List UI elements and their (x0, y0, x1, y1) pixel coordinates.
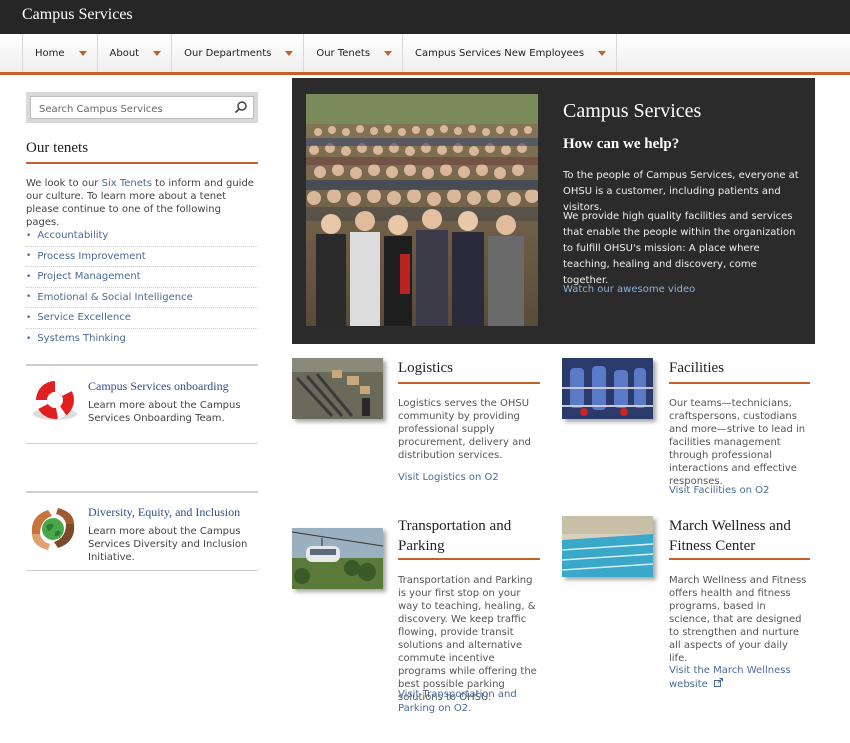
wellness-title-rule (669, 558, 810, 560)
hero-subtitle: How can we help? (563, 136, 680, 152)
nav-item-label: Campus Services New Employees (415, 47, 585, 59)
nav-item-about[interactable]: About (98, 34, 173, 72)
logistics-photo (292, 358, 383, 419)
transportation-title[interactable]: Transportation and Parking (398, 516, 540, 556)
nav-item-home[interactable]: Home (22, 34, 98, 72)
bullet-icon: • (26, 230, 32, 241)
watch-video-link[interactable]: Watch our awesome video (563, 284, 695, 295)
bullet-icon: • (26, 292, 32, 303)
hero-title: Campus Services (563, 100, 702, 122)
pool-photo (562, 516, 653, 577)
facilities-title[interactable]: Facilities (669, 358, 724, 378)
tenet-item-accountability[interactable]: • Accountability (26, 226, 258, 247)
logistics-title[interactable]: Logistics (398, 358, 453, 378)
chevron-down-icon[interactable] (78, 50, 87, 56)
tenet-link[interactable]: Process Improvement (37, 251, 145, 262)
transportation-image[interactable] (292, 528, 383, 589)
nav-item-label: Home (35, 47, 65, 59)
search-input[interactable] (31, 99, 221, 120)
tenets-heading-rule (26, 162, 258, 164)
tenets-intro: We look to our Six Tenets to inform and … (26, 177, 256, 229)
facilities-link[interactable]: Visit Facilities on O2 (669, 484, 819, 498)
tenet-item-project-management[interactable]: • Project Management (26, 267, 258, 288)
life-ring-icon (33, 380, 77, 420)
facilities-image[interactable] (562, 358, 653, 419)
nav-item-our-tenets[interactable]: Our Tenets (304, 34, 404, 72)
bullet-icon: • (26, 251, 32, 262)
facilities-text: Our teams—technicians, craftspersons, cu… (669, 398, 806, 487)
nav-item-new-employees[interactable]: Campus Services New Employees (403, 34, 618, 72)
facilities-photo (562, 358, 653, 419)
wellness-text: March Wellness and Fitness offers health… (669, 575, 807, 664)
tenets-intro-text: We look to our (26, 178, 102, 189)
promo-text: Learn more about the Campus Services Onb… (88, 400, 241, 424)
wellness-image[interactable] (562, 516, 653, 577)
site-title-link[interactable]: Campus Services (22, 6, 133, 24)
main-nav: Home About Our Departments Our Tenets Ca… (0, 34, 850, 75)
logistics-link[interactable]: Visit Logistics on O2 (398, 471, 548, 485)
bullet-icon: • (26, 271, 32, 282)
tenet-item-process-improvement[interactable]: • Process Improvement (26, 247, 258, 267)
nav-item-label: Our Departments (184, 47, 272, 59)
bullet-icon: • (26, 312, 32, 323)
wellness-link-wrapper: Visit the March Wellness website (669, 664, 794, 692)
logistics-text: Logistics serves the OHSU community by p… (398, 398, 531, 461)
nav-item-label: About (109, 47, 140, 59)
group-photo (306, 94, 538, 326)
logistics-title-rule (398, 382, 540, 384)
tenet-link[interactable]: Project Management (37, 271, 140, 282)
tenet-item-systems-thinking[interactable]: • Systems Thinking (26, 329, 258, 350)
onboarding-promo[interactable]: Campus Services onboarding Learn more ab… (26, 364, 258, 444)
nav-item-label: Our Tenets (316, 47, 371, 59)
tram-photo (292, 528, 383, 589)
search-icon[interactable] (234, 100, 248, 114)
promo-text: Learn more about the Campus Services Div… (88, 526, 248, 563)
transportation-link[interactable]: Visit Transportation and Parking on O2. (398, 688, 543, 716)
tenet-item-emotional-social-intelligence[interactable]: • Emotional & Social Intelligence (26, 288, 258, 308)
external-link-icon[interactable] (713, 678, 723, 687)
chevron-down-icon[interactable] (598, 50, 607, 56)
transportation-title-rule (398, 558, 540, 560)
wellness-title[interactable]: March Wellness and Fitness Center (669, 516, 814, 556)
search-box (26, 92, 258, 123)
tenet-item-service-excellence[interactable]: • Service Excellence (26, 308, 258, 329)
promo-title[interactable]: Campus Services onboarding (88, 379, 229, 394)
logistics-image[interactable] (292, 358, 383, 419)
chevron-down-icon[interactable] (384, 50, 393, 56)
hero-panel: Campus Services How can we help? To the … (292, 78, 815, 344)
tenets-heading: Our tenets (26, 140, 89, 156)
group-photo-illustration (306, 94, 538, 326)
tenet-link[interactable]: Emotional & Social Intelligence (37, 292, 192, 303)
tenet-link[interactable]: Service Excellence (37, 312, 131, 323)
transportation-text: Transportation and Parking is your first… (398, 575, 537, 703)
diversity-promo[interactable]: Diversity, Equity, and Inclusion Learn m… (26, 491, 258, 571)
tenets-list: • Accountability • Process Improvement • Pr… (26, 226, 258, 349)
top-bar: Campus Services (0, 0, 850, 34)
nav-item-our-departments[interactable]: Our Departments (172, 34, 305, 72)
search-field-wrapper (30, 96, 254, 120)
six-tenets-link[interactable]: Six Tenets (102, 178, 152, 189)
globe-hands-icon (31, 508, 75, 550)
hero-paragraph-2: We provide high quality facilities and s… (563, 211, 796, 286)
facilities-title-rule (669, 382, 810, 384)
tenet-link[interactable]: Systems Thinking (37, 333, 126, 344)
tenet-link[interactable]: Accountability (37, 230, 108, 241)
chevron-down-icon[interactable] (285, 50, 294, 56)
bullet-icon: • (26, 333, 32, 344)
chevron-down-icon[interactable] (153, 50, 162, 56)
wellness-link[interactable]: Visit the March Wellness website (669, 665, 791, 690)
promo-title[interactable]: Diversity, Equity, and Inclusion (88, 505, 240, 520)
